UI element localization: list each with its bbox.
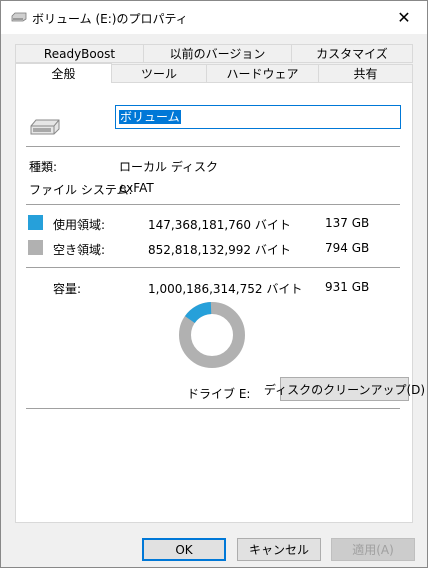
filesystem-value: exFAT — [119, 181, 154, 195]
capacity-bytes: 1,000,186,314,752 バイト — [148, 282, 303, 296]
drive-icon — [30, 119, 60, 135]
separator — [26, 146, 400, 147]
free-space-label: 空き領域: — [53, 243, 106, 257]
tab-tools[interactable]: ツール — [111, 64, 207, 83]
tab-previous-versions[interactable]: 以前のバージョン — [143, 44, 292, 63]
tab-hardware[interactable]: ハードウェア — [206, 64, 319, 83]
used-space-swatch — [28, 215, 43, 230]
separator — [26, 204, 400, 205]
drive-label: ドライブ E: — [187, 387, 251, 401]
free-space-swatch — [28, 240, 43, 255]
tab-customize[interactable]: カスタマイズ — [291, 44, 413, 63]
apply-button[interactable]: 適用(A) — [331, 538, 415, 561]
tab-readyboost[interactable]: ReadyBoost — [15, 44, 144, 63]
title-bar: ボリューム (E:)のプロパティ ✕ — [1, 1, 427, 34]
filesystem-label: ファイル システム: — [29, 183, 133, 197]
tab-general[interactable]: 全般 — [15, 63, 112, 83]
ok-button[interactable]: OK — [142, 538, 226, 561]
window-title: ボリューム (E:)のプロパティ — [32, 12, 188, 26]
disk-cleanup-button[interactable]: ディスクのクリーンアップ(D) — [264, 377, 425, 401]
separator — [26, 267, 400, 268]
cancel-button[interactable]: キャンセル — [237, 538, 321, 561]
used-space-size: 137 GB — [325, 216, 370, 230]
general-panel: ボリューム 種類: ローカル ディスク ファイル システム: exFAT 使用領… — [15, 82, 425, 523]
close-button[interactable]: ✕ — [381, 1, 427, 34]
volume-name-text: ボリューム — [119, 110, 181, 124]
type-label: 種類: — [29, 160, 58, 174]
tab-sharing[interactable]: 共有 — [318, 64, 413, 83]
properties-window: ボリューム (E:)のプロパティ ✕ ReadyBoost 以前のバージョン カ… — [0, 0, 428, 568]
used-space-label: 使用領域: — [53, 218, 106, 232]
drive-icon — [11, 12, 27, 22]
capacity-label: 容量: — [53, 282, 82, 296]
type-value: ローカル ディスク — [119, 160, 218, 174]
free-space-bytes: 852,818,132,992 バイト — [148, 243, 291, 257]
separator — [26, 408, 400, 409]
close-icon: ✕ — [397, 8, 411, 27]
free-space-size: 794 GB — [325, 241, 370, 255]
used-space-bytes: 147,368,181,760 バイト — [148, 218, 291, 232]
volume-name-input[interactable]: ボリューム — [115, 105, 401, 129]
capacity-size: 931 GB — [325, 280, 370, 294]
disk-usage-donut — [179, 302, 245, 368]
